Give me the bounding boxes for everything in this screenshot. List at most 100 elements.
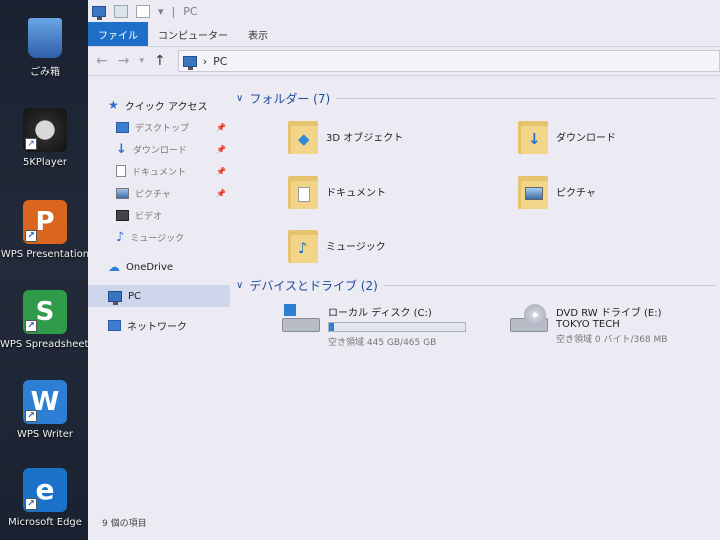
star-icon: ★ <box>108 98 119 112</box>
nav-label: PC <box>128 290 142 302</box>
drive-free-space: 空き領域 0 バイト/368 MB <box>556 335 668 345</box>
shortcut-arrow-icon: ↗ <box>25 138 37 150</box>
tab-computer[interactable]: コンピューター <box>148 22 238 46</box>
desktop-icon-label: WPS Writer <box>17 429 73 440</box>
desktop-icon-wps-writer[interactable]: W ↗ WPS Writer <box>0 380 90 440</box>
music-icon: ♪ <box>116 229 125 245</box>
nav-label: クイック アクセス <box>124 101 208 113</box>
nav-item-documents[interactable]: ドキュメント 📌 <box>88 160 230 182</box>
cloud-icon: ☁ <box>108 260 120 274</box>
nav-onedrive[interactable]: ☁ OneDrive <box>88 256 230 278</box>
recycle-bin-icon <box>28 18 62 58</box>
desktop-icon-wps-spreadsheets[interactable]: S ↗ WPS Spreadsheets <box>0 290 90 350</box>
shortcut-arrow-icon: ↗ <box>25 230 37 242</box>
nav-label: ミュージック <box>130 233 185 244</box>
folder-3d-objects[interactable]: ◆ 3D オブジェクト <box>288 118 403 154</box>
folder-label: ダウンロード <box>556 132 616 144</box>
drive-label: ローカル ディスク (C:) <box>328 308 432 319</box>
address-bar-row: ← → ▾ ↑ › PC <box>88 46 720 76</box>
desktop-icon-recycle-bin[interactable]: ごみ箱 <box>0 18 90 78</box>
folder-label: ミュージック <box>326 241 386 253</box>
drives-group-header[interactable]: ∨ デバイスとドライブ (2) <box>236 277 716 294</box>
desktop-icon-label: WPS Spreadsheets <box>0 339 90 350</box>
folder-downloads[interactable]: ↓ ダウンロード <box>518 118 616 154</box>
desktop-icon <box>116 121 129 133</box>
documents-folder-icon <box>288 173 318 209</box>
group-title: フォルダー (7) <box>249 92 331 106</box>
nav-label: ピクチャ <box>135 189 171 200</box>
properties-icon[interactable] <box>114 4 128 18</box>
download-icon: ↓ <box>116 141 127 157</box>
drive-e[interactable]: DVD RW ドライブ (E:) TOKYO TECH 空き領域 0 バイト/3… <box>510 304 691 345</box>
address-text: PC <box>213 54 228 68</box>
nav-label: デスクトップ <box>135 123 190 134</box>
folders-group-header[interactable]: ∨ フォルダー (7) <box>236 90 716 107</box>
document-icon <box>116 165 126 177</box>
chevron-down-icon: ∨ <box>236 280 244 291</box>
pin-icon: 📌 <box>216 166 226 176</box>
nav-label: ネットワーク <box>127 321 187 333</box>
quick-access-toolbar: ▾ | PC <box>88 0 720 22</box>
back-arrow-icon[interactable]: ← <box>96 53 108 69</box>
nav-item-desktop[interactable]: デスクトップ 📌 <box>88 116 230 138</box>
nav-item-downloads[interactable]: ↓ ダウンロード 📌 <box>88 138 230 160</box>
divider <box>336 98 716 99</box>
shortcut-arrow-icon: ↗ <box>25 320 37 332</box>
recent-locations-icon[interactable]: ▾ <box>139 56 144 66</box>
nav-item-music[interactable]: ♪ ミュージック <box>88 226 230 248</box>
forward-arrow-icon[interactable]: → <box>118 53 130 69</box>
status-bar-item-count: 9 個の項目 <box>102 519 147 529</box>
nav-label: ダウンロード <box>132 145 187 156</box>
wps-presentation-icon: P ↗ <box>23 200 67 244</box>
folder-label: ピクチャ <box>556 187 596 199</box>
nav-label: OneDrive <box>126 261 174 273</box>
navigation-pane: ★ クイック アクセス デスクトップ 📌 ↓ ダウンロード 📌 ドキュメント 📌… <box>88 92 230 512</box>
desktop-icon-edge[interactable]: e ↗ Microsoft Edge <box>0 468 90 528</box>
tab-view[interactable]: 表示 <box>238 22 278 46</box>
pin-icon: 📌 <box>216 122 226 132</box>
desktop-icon-label: 5KPlayer <box>22 157 68 168</box>
shortcut-arrow-icon: ↗ <box>25 498 37 510</box>
folder-label: 3D オブジェクト <box>326 132 404 144</box>
tab-file[interactable]: ファイル <box>88 22 148 46</box>
ribbon-tabs: ファイル コンピューター 表示 <box>88 22 720 46</box>
pin-icon: 📌 <box>216 144 226 154</box>
group-title: デバイスとドライブ (2) <box>249 279 378 293</box>
downloads-folder-icon: ↓ <box>518 118 548 154</box>
desktop-icon-5kplayer[interactable]: ↗ 5KPlayer <box>0 108 90 168</box>
nav-item-pictures[interactable]: ピクチャ 📌 <box>88 182 230 204</box>
desktop-icon-wps-presentation[interactable]: P ↗ WPS Presentation <box>0 200 90 260</box>
3d-objects-folder-icon: ◆ <box>288 118 318 154</box>
address-bar[interactable]: › PC <box>177 50 720 72</box>
wps-writer-icon: W ↗ <box>23 380 67 424</box>
chevron-down-icon: ∨ <box>236 93 244 104</box>
nav-pc[interactable]: PC <box>88 285 230 307</box>
drive-free-space: 空き領域 445 GB/465 GB <box>328 338 437 348</box>
computer-icon <box>92 5 106 20</box>
drive-label: DVD RW ドライブ (E:) TOKYO TECH <box>556 308 662 330</box>
folder-documents[interactable]: ドキュメント <box>288 173 386 209</box>
nav-item-videos[interactable]: ビデオ <box>88 204 230 226</box>
desktop-icon-label: ごみ箱 <box>30 67 60 78</box>
customize-dropdown-icon[interactable]: ▾ <box>158 5 164 18</box>
drive-c[interactable]: ローカル ディスク (C:) 空き領域 445 GB/465 GB <box>282 304 466 348</box>
folder-pictures[interactable]: ピクチャ <box>518 173 596 209</box>
new-folder-icon[interactable] <box>136 4 150 18</box>
nav-quick-access[interactable]: ★ クイック アクセス <box>88 94 230 116</box>
network-icon <box>108 319 121 331</box>
content-pane: ∨ フォルダー (7) ◆ 3D オブジェクト ↓ ダウンロード ドキュメント … <box>230 86 720 516</box>
pictures-folder-icon <box>518 173 548 209</box>
up-arrow-icon[interactable]: ↑ <box>154 53 166 69</box>
folder-music[interactable]: ♪ ミュージック <box>288 227 386 263</box>
chevron-right-icon: › <box>202 54 208 68</box>
file-explorer-window: ▾ | PC ファイル コンピューター 表示 ← → ▾ ↑ › PC ★ クイ… <box>88 0 720 540</box>
nav-network[interactable]: ネットワーク <box>88 314 230 336</box>
divider <box>383 285 716 286</box>
pin-icon: 📌 <box>216 188 226 198</box>
local-disk-icon <box>282 304 320 334</box>
desktop-icon-label: WPS Presentation <box>0 249 90 260</box>
nav-label: ドキュメント <box>132 167 187 178</box>
desktop: ごみ箱 ↗ 5KPlayer P ↗ WPS Presentation S ↗ … <box>0 0 90 540</box>
shortcut-arrow-icon: ↗ <box>25 410 37 422</box>
computer-icon <box>108 290 122 305</box>
